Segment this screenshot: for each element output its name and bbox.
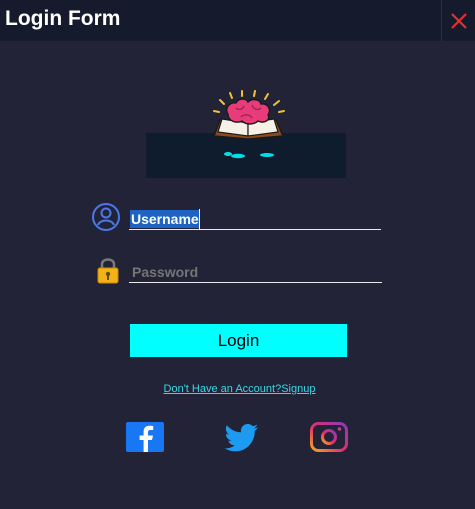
facebook-button[interactable]: [126, 422, 164, 457]
login-button[interactable]: Login: [130, 324, 347, 357]
book-brain-icon: [212, 90, 285, 159]
instagram-icon: [310, 422, 348, 452]
padlock-icon: [97, 258, 119, 284]
instagram-button[interactable]: [310, 422, 348, 457]
password-input[interactable]: [132, 263, 377, 281]
close-icon: [451, 12, 467, 29]
facebook-icon: [126, 422, 164, 452]
password-underline: [129, 282, 382, 283]
username-underline: [129, 229, 381, 230]
username-input[interactable]: Username: [130, 210, 200, 228]
twitter-icon: [224, 424, 259, 452]
text-caret: [199, 209, 200, 229]
close-button[interactable]: [441, 0, 475, 41]
signup-link[interactable]: Don't Have an Account?Signup: [0, 383, 475, 395]
title-bar: Login Form: [0, 0, 475, 41]
twitter-button[interactable]: [224, 424, 260, 457]
window-title: Login Form: [5, 7, 121, 30]
user-icon: [92, 203, 120, 231]
